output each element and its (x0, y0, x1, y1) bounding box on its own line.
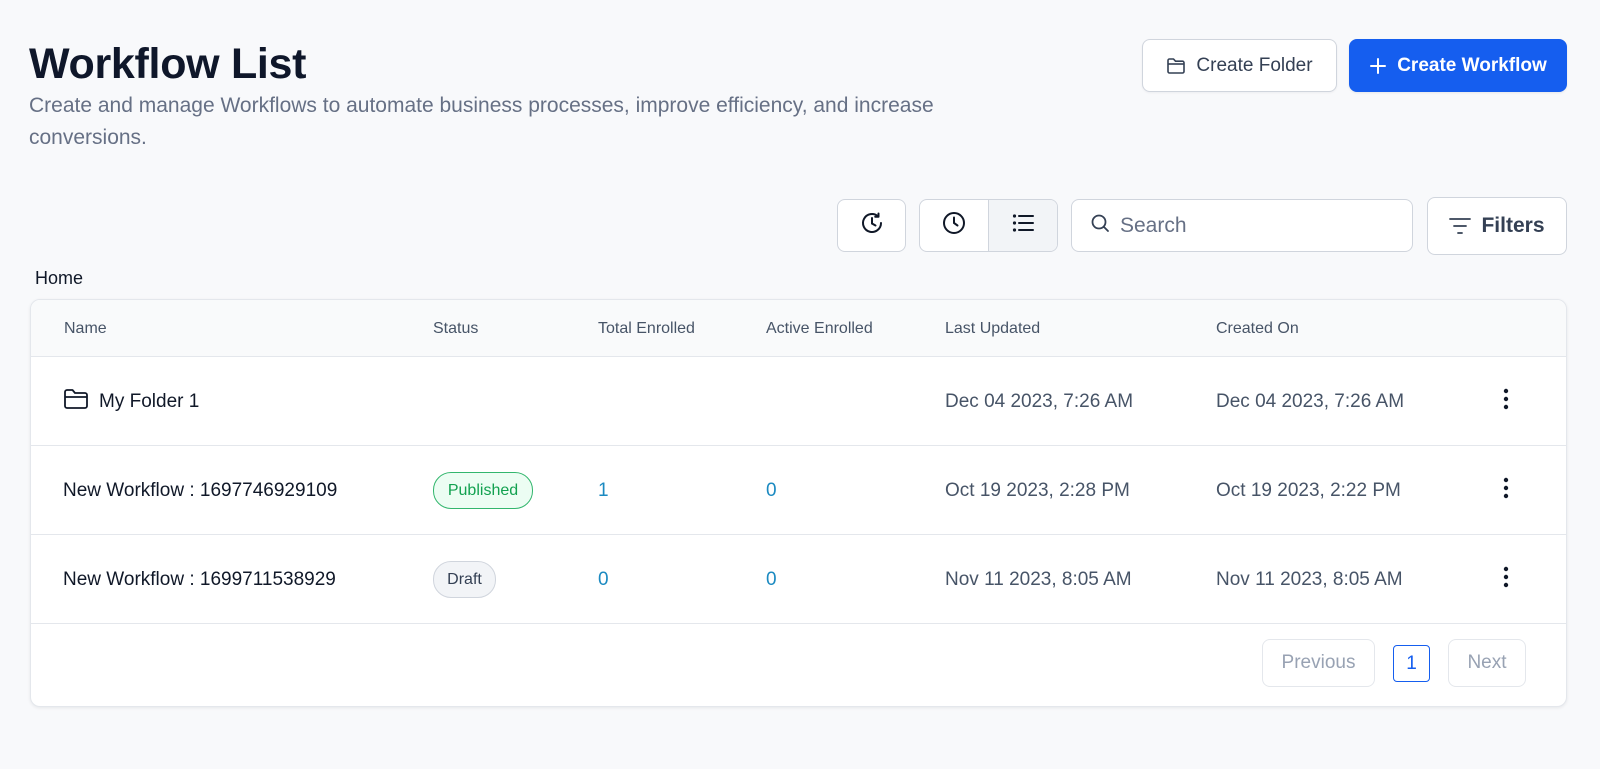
active-enrolled-cell[interactable]: 0 (766, 535, 777, 624)
list-icon (1010, 210, 1036, 241)
row-actions-button[interactable] (1503, 535, 1509, 624)
table-row[interactable]: New Workflow : 1699711538929 Draft 0 0 N… (31, 535, 1566, 624)
page-number-current[interactable]: 1 (1393, 645, 1430, 682)
create-workflow-button[interactable]: Create Workflow (1349, 39, 1567, 92)
name-cell: My Folder 1 (63, 357, 199, 446)
view-toggle (919, 199, 1058, 252)
workflow-list-page: Workflow List Create and manage Workflow… (0, 0, 1600, 769)
total-enrolled-cell[interactable]: 1 (598, 446, 609, 535)
column-header-status[interactable]: Status (433, 320, 478, 338)
row-actions-button[interactable] (1503, 446, 1509, 535)
created-on-cell: Nov 11 2023, 8:05 AM (1216, 568, 1403, 590)
workflow-table: Name Status Total Enrolled Active Enroll… (30, 299, 1567, 707)
row-actions-button[interactable] (1503, 357, 1509, 446)
folder-icon (1166, 57, 1186, 75)
clock-icon (941, 210, 967, 241)
column-header-active-enrolled[interactable]: Active Enrolled (766, 320, 873, 338)
column-header-name[interactable]: Name (64, 320, 107, 338)
folder-icon (63, 387, 89, 417)
column-header-created-on[interactable]: Created On (1216, 320, 1299, 338)
total-enrolled-cell[interactable]: 0 (598, 535, 609, 624)
workflow-name[interactable]: New Workflow : 1697746929109 (63, 446, 337, 535)
table-header: Name Status Total Enrolled Active Enroll… (31, 300, 1566, 357)
list-view-button[interactable] (988, 200, 1057, 251)
history-button[interactable] (837, 199, 906, 252)
create-workflow-label: Create Workflow (1397, 54, 1547, 76)
filters-label: Filters (1481, 214, 1545, 237)
workflow-name[interactable]: New Workflow : 1699711538929 (63, 535, 336, 624)
more-vertical-icon (1503, 477, 1509, 505)
create-folder-button[interactable]: Create Folder (1142, 39, 1337, 92)
create-folder-label: Create Folder (1196, 54, 1313, 76)
plus-icon (1369, 57, 1387, 75)
table-row[interactable]: My Folder 1 Dec 04 2023, 7:26 AM Dec 04 … (31, 357, 1566, 446)
last-updated-cell: Oct 19 2023, 2:28 PM (945, 479, 1130, 501)
search-box (1071, 199, 1413, 252)
previous-page-button[interactable]: Previous (1262, 639, 1375, 687)
column-header-total-enrolled[interactable]: Total Enrolled (598, 320, 695, 338)
folder-name[interactable]: My Folder 1 (99, 391, 199, 413)
status-cell: Draft (433, 535, 496, 624)
status-badge: Published (433, 472, 533, 509)
search-icon (1090, 213, 1110, 238)
last-updated-cell: Nov 11 2023, 8:05 AM (945, 568, 1132, 590)
next-page-button[interactable]: Next (1448, 639, 1526, 687)
created-on-cell: Oct 19 2023, 2:22 PM (1216, 479, 1401, 501)
table-row[interactable]: New Workflow : 1697746929109 Published 1… (31, 446, 1566, 535)
status-cell: Published (433, 446, 533, 535)
status-badge: Draft (433, 561, 496, 598)
recent-view-button[interactable] (920, 200, 988, 251)
clock-history-icon (859, 210, 885, 241)
page-title: Workflow List (29, 40, 307, 88)
more-vertical-icon (1503, 566, 1509, 594)
last-updated-cell: Dec 04 2023, 7:26 AM (945, 390, 1134, 412)
search-input[interactable] (1120, 213, 1390, 238)
page-description: Create and manage Workflows to automate … (29, 94, 934, 149)
more-vertical-icon (1503, 388, 1509, 416)
filters-button[interactable]: Filters (1427, 197, 1567, 255)
breadcrumb[interactable]: Home (35, 268, 83, 289)
filter-lines-icon (1449, 217, 1472, 235)
active-enrolled-cell[interactable]: 0 (766, 446, 777, 535)
created-on-cell: Dec 04 2023, 7:26 AM (1216, 390, 1405, 412)
column-header-last-updated[interactable]: Last Updated (945, 320, 1040, 338)
